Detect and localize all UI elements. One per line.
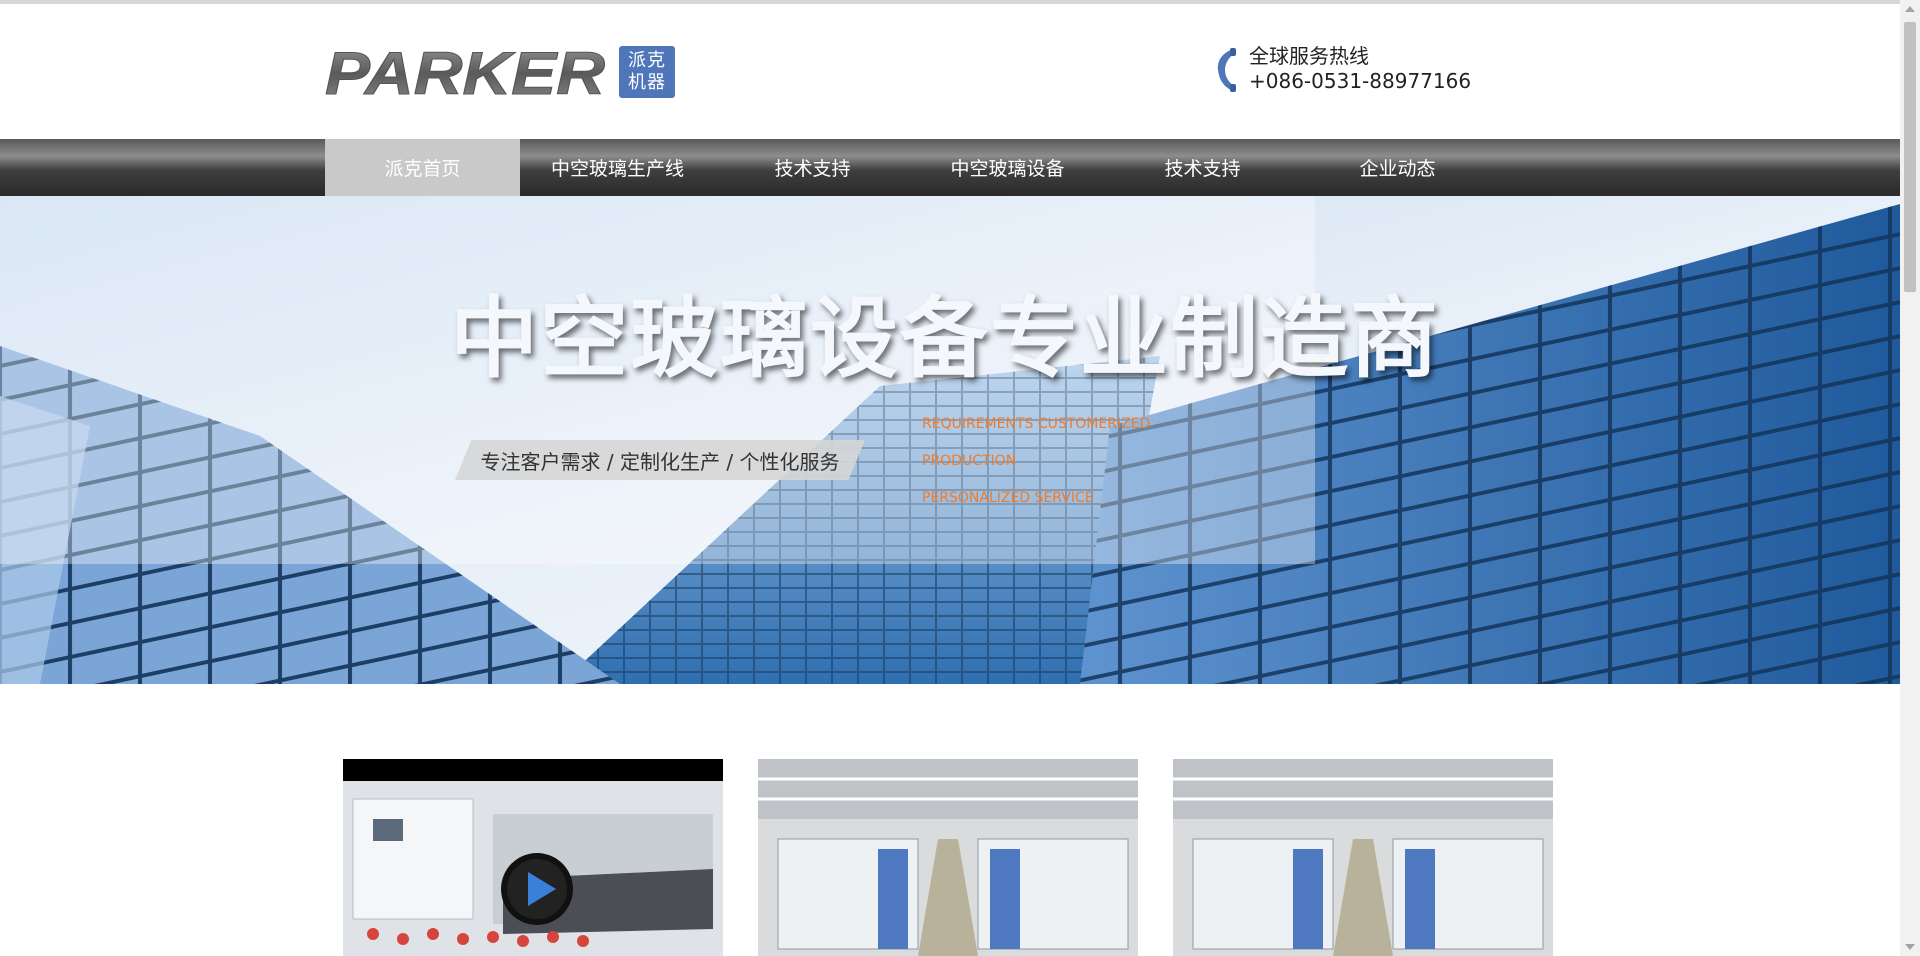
banner-title: 中空玻璃设备专业制造商 (450, 287, 1441, 390)
nav-item-glass-equipment[interactable]: 中空玻璃设备 (910, 139, 1105, 196)
banner-en-line-1: REQUIREMENTS CUSTOMERIZED (922, 416, 1151, 432)
hotline: 全球服务热线 +086-0531-88977166 (1215, 44, 1471, 94)
header: PARKER 派克 机器 全球服务热线 +086-0531-88977166 (0, 4, 1900, 139)
vertical-scrollbar[interactable] (1900, 0, 1920, 956)
nav-item-production-line[interactable]: 中空玻璃生产线 (520, 139, 715, 196)
video-card[interactable] (343, 759, 723, 956)
logo[interactable]: PARKER 派克 机器 (325, 42, 675, 102)
banner-en-text: REQUIREMENTS CUSTOMERIZED PRODUCTION PER… (922, 406, 1150, 517)
logo-badge: 派克 机器 (619, 46, 675, 98)
factory-image (1173, 759, 1553, 956)
scroll-down-arrow-icon[interactable] (1905, 944, 1915, 950)
banner-en-line-3: PERSONALIZED SERVICE (922, 490, 1094, 506)
nav-item-news[interactable]: 企业动态 (1300, 139, 1495, 196)
product-cards (343, 759, 1588, 956)
hotline-label: 全球服务热线 (1249, 44, 1369, 68)
scroll-thumb[interactable] (1904, 22, 1916, 292)
logo-wordmark: PARKER (325, 42, 606, 102)
hero-banner[interactable]: 中空玻璃设备专业制造商 专注客户需求 / 定制化生产 / 个性化服务 REQUI… (0, 196, 1900, 684)
factory-image (758, 759, 1138, 956)
badge-line-2: 机器 (628, 72, 666, 93)
main-nav: 派克首页 中空玻璃生产线 技术支持 中空玻璃设备 技术支持 企业动态 (0, 139, 1900, 196)
phone-icon (1217, 48, 1236, 92)
banner-en-line-2: PRODUCTION (922, 453, 1017, 469)
play-icon[interactable] (500, 852, 574, 926)
banner-slogan: 专注客户需求 / 定制化生产 / 个性化服务 (455, 440, 865, 480)
badge-line-1: 派克 (628, 50, 666, 71)
nav-item-tech-support[interactable]: 技术支持 (715, 139, 910, 196)
scroll-up-arrow-icon[interactable] (1905, 6, 1915, 12)
factory-image-card-1[interactable] (758, 759, 1138, 956)
hotline-number: +086-0531-88977166 (1249, 69, 1472, 93)
nav-item-tech-support-2[interactable]: 技术支持 (1105, 139, 1300, 196)
nav-item-home[interactable]: 派克首页 (325, 139, 520, 196)
logo-text: PARKER (325, 42, 605, 102)
factory-image-card-2[interactable] (1173, 759, 1553, 956)
